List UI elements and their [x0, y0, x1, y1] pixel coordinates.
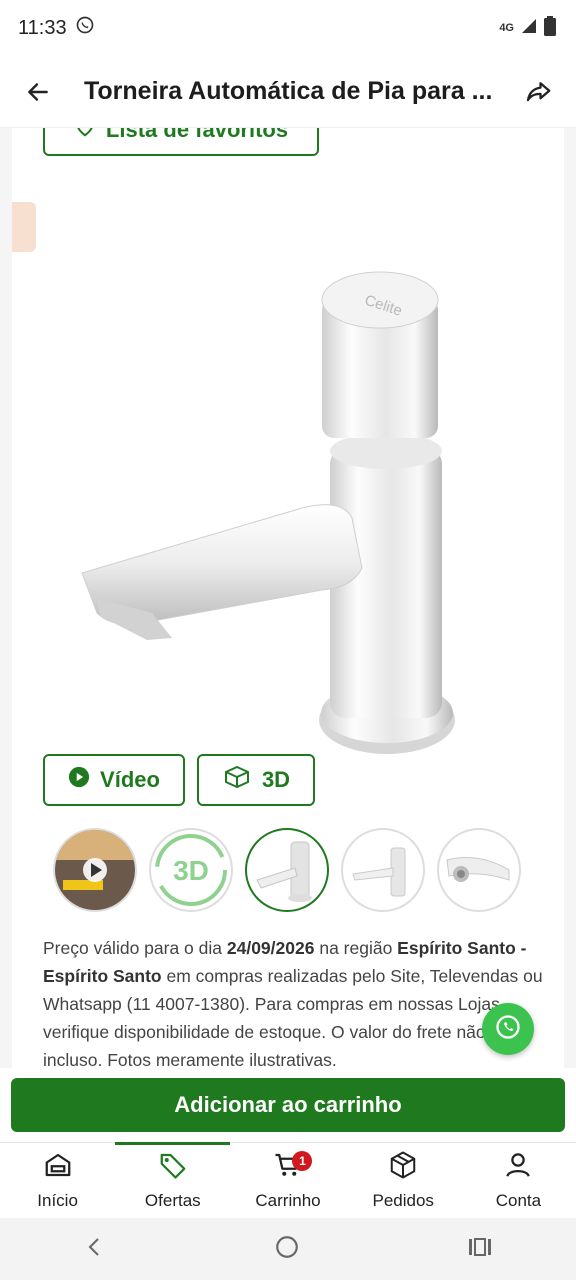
add-to-cart-button[interactable]: Adicionar ao carrinho — [11, 1078, 565, 1132]
view-3d-label: 3D — [261, 767, 291, 792]
whatsapp-status-icon — [75, 15, 95, 41]
app-bar: Torneira Automática de Pia para ... — [0, 56, 576, 128]
whatsapp-button[interactable] — [482, 1003, 534, 1055]
back-arrow-icon[interactable] — [18, 72, 58, 112]
svg-text:3D: 3D — [173, 855, 209, 886]
system-back-icon[interactable] — [83, 1235, 107, 1264]
system-home-icon[interactable] — [274, 1234, 300, 1265]
nav-label: Conta — [495, 1191, 542, 1210]
thumbnail-strip: 3D — [53, 828, 521, 912]
store-icon — [43, 1150, 73, 1185]
status-bar: 11:33 4G — [0, 0, 576, 56]
share-icon[interactable] — [518, 72, 558, 112]
tag-icon — [158, 1150, 188, 1185]
add-to-cart-bar: Adicionar ao carrinho — [0, 1068, 576, 1142]
system-navigation — [0, 1218, 576, 1280]
favorites-label: Lista de favoritos — [105, 128, 289, 142]
whatsapp-icon — [494, 1013, 522, 1046]
price-disclaimer: Preço válido para o dia 24/09/2026 na re… — [43, 938, 543, 1068]
favorites-button[interactable]: Lista de favoritos — [43, 128, 319, 156]
thumbnail-video[interactable] — [53, 828, 137, 912]
video-button[interactable]: Vídeo — [43, 754, 185, 806]
product-content[interactable]: Lista de favoritos Celite Vídeo 3D 3D Pr… — [0, 128, 576, 1068]
product-image[interactable]: Celite — [52, 218, 522, 778]
box-icon — [388, 1150, 418, 1185]
system-recents-icon[interactable] — [467, 1235, 493, 1264]
nav-pedidos[interactable]: Pedidos — [346, 1143, 461, 1218]
nav-label: Pedidos — [372, 1191, 434, 1210]
bottom-navigation: Início Ofertas 1 Carrinho Pedidos Conta — [0, 1142, 576, 1218]
thumbnail-front[interactable] — [245, 828, 329, 912]
nav-label: Início — [37, 1191, 78, 1210]
nav-carrinho[interactable]: 1 Carrinho — [230, 1143, 345, 1218]
play-icon — [68, 766, 90, 794]
status-time: 11:33 — [18, 16, 67, 39]
thumbnail-side[interactable] — [341, 828, 425, 912]
cube-icon — [222, 765, 252, 795]
thumbnail-bottom[interactable] — [437, 828, 521, 912]
video-label: Vídeo — [100, 767, 160, 792]
signal-icon — [520, 17, 538, 40]
nav-ofertas[interactable]: Ofertas — [115, 1142, 231, 1218]
page-title: Torneira Automática de Pia para ... — [84, 77, 493, 105]
heart-icon — [74, 128, 96, 144]
nav-label: Carrinho — [255, 1191, 321, 1210]
side-promo-tab[interactable] — [12, 202, 36, 252]
nav-inicio[interactable]: Início — [0, 1143, 115, 1218]
user-icon — [503, 1150, 533, 1185]
network-type: 4G — [499, 22, 514, 34]
view-3d-button[interactable]: 3D — [197, 754, 315, 806]
nav-label: Ofertas — [144, 1191, 201, 1210]
cart-badge: 1 — [292, 1151, 313, 1171]
nav-conta[interactable]: Conta — [461, 1143, 576, 1218]
thumbnail-3d[interactable]: 3D — [149, 828, 233, 912]
battery-icon — [544, 15, 556, 41]
product-card: Lista de favoritos Celite Vídeo 3D 3D Pr… — [12, 128, 564, 1068]
